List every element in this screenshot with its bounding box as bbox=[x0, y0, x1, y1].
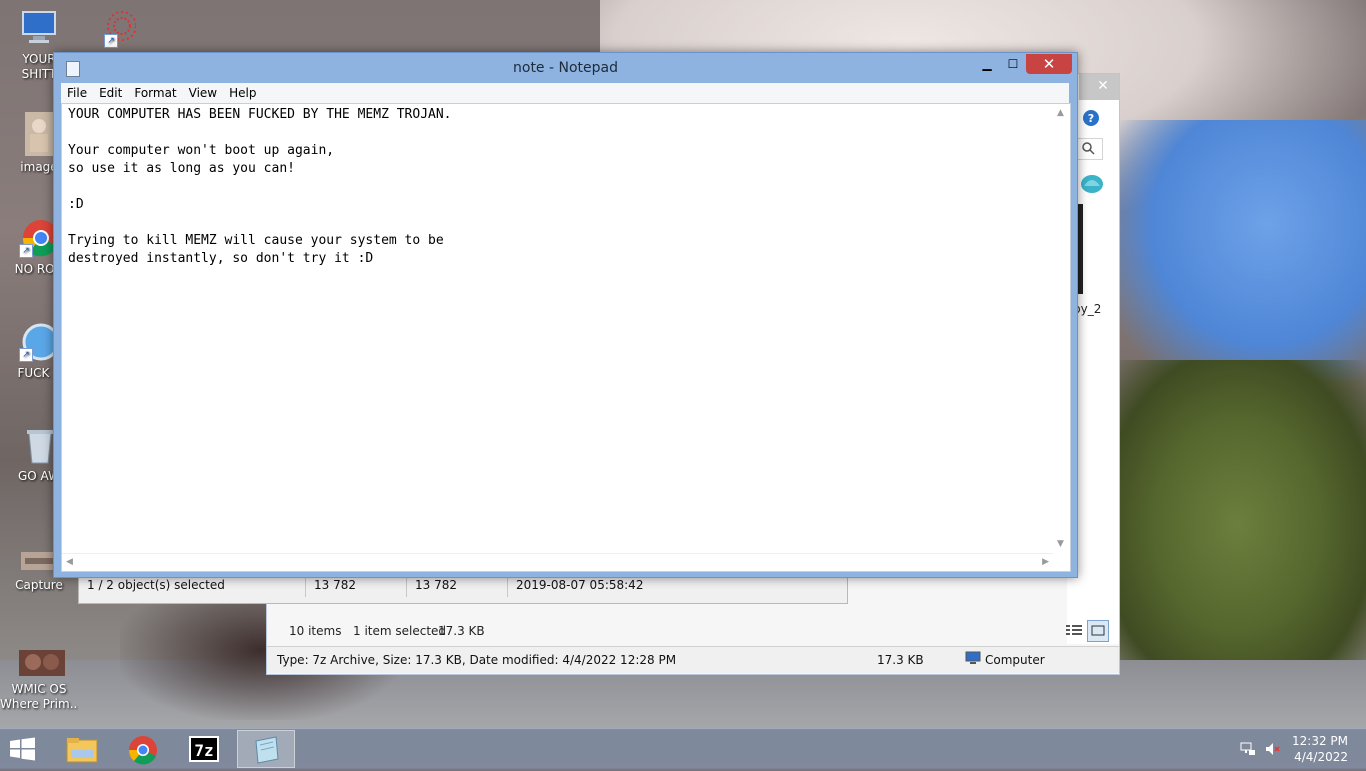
menu-file[interactable]: File bbox=[61, 86, 93, 100]
notepad-window[interactable]: note - Notepad ▁ ☐ ✕ File Edit Format Vi… bbox=[53, 52, 1078, 578]
text-editor[interactable]: YOUR COMPUTER HAS BEEN FUCKED BY THE MEM… bbox=[61, 103, 1071, 572]
status-details: Type: 7z Archive, Size: 17.3 KB, Date mo… bbox=[277, 653, 677, 667]
wallpaper-hedge bbox=[1110, 360, 1366, 690]
sevenzip-status-size: 13 782 bbox=[306, 575, 407, 597]
windows-start-button[interactable] bbox=[8, 737, 38, 761]
desktop-icon-label: Capture bbox=[15, 578, 63, 592]
notepad-icon bbox=[255, 736, 279, 764]
wallpaper-sky bbox=[1118, 120, 1366, 380]
window-title: note - Notepad bbox=[513, 60, 618, 76]
scroll-down-icon[interactable]: ▼ bbox=[1057, 539, 1064, 549]
network-icon[interactable] bbox=[1240, 741, 1256, 757]
image-thumbnail-icon bbox=[19, 648, 65, 678]
taskbar-chrome[interactable] bbox=[114, 730, 172, 768]
close-button[interactable]: ✕ bbox=[1026, 54, 1072, 74]
sevenzip-status-bar: 1 / 2 object(s) selected 13 782 13 782 2… bbox=[79, 575, 847, 597]
status-size: 17.3 KB bbox=[877, 653, 924, 667]
help-icon[interactable]: ? bbox=[1081, 108, 1103, 126]
menu-bar: File Edit Format View Help bbox=[61, 83, 1069, 103]
sevenzip-status-packed: 13 782 bbox=[407, 575, 508, 597]
scroll-right-icon[interactable]: ▶ bbox=[1042, 557, 1049, 567]
desktop-icon-label: WMIC OS bbox=[11, 682, 67, 696]
menu-help[interactable]: Help bbox=[223, 86, 262, 100]
scroll-left-icon[interactable]: ◀ bbox=[66, 557, 73, 567]
desktop-icon-label: Where Prim... bbox=[0, 697, 78, 711]
taskbar-file-explorer[interactable] bbox=[52, 730, 110, 768]
large-icons-view-icon[interactable] bbox=[1087, 620, 1109, 642]
menu-format[interactable]: Format bbox=[128, 86, 182, 100]
selected-size: 17.3 KB bbox=[438, 624, 485, 638]
search-icon[interactable] bbox=[1077, 138, 1103, 160]
chrome-icon bbox=[128, 736, 157, 765]
folder-icon bbox=[66, 738, 98, 763]
sevenzip-status-date: 2019-08-07 05:58:42 bbox=[516, 578, 644, 592]
burst-icon: ↗ bbox=[96, 8, 137, 48]
taskbar: 7z 12:32 PM 4/4/2022 bbox=[0, 728, 1366, 769]
desktop-icon-red-burst[interactable]: ↗ bbox=[86, 8, 146, 52]
shortcut-arrow-icon: ↗ bbox=[104, 34, 118, 48]
taskbar-notepad[interactable] bbox=[237, 730, 295, 768]
desktop-icon-wmic[interactable]: WMIC OS Where Prim... bbox=[0, 648, 78, 712]
menu-view[interactable]: View bbox=[183, 86, 223, 100]
explorer-titlebar[interactable]: ✕ bbox=[1079, 74, 1119, 100]
computer-icon bbox=[965, 651, 981, 665]
shortcut-arrow-icon: ↗ bbox=[19, 348, 33, 362]
clock-time: 12:32 PM bbox=[1292, 734, 1348, 748]
vertical-scrollbar[interactable]: ▲ ▼ bbox=[1053, 104, 1070, 553]
explorer-close-icon[interactable]: ✕ bbox=[1083, 76, 1123, 96]
explorer-item-info: 10 items 1 item selected 17.3 KB bbox=[267, 620, 1119, 644]
items-count: 10 items bbox=[289, 624, 342, 638]
clock-date: 4/4/2022 bbox=[1294, 750, 1348, 764]
note-content[interactable]: YOUR COMPUTER HAS BEEN FUCKED BY THE MEM… bbox=[68, 106, 1048, 546]
scroll-up-icon[interactable]: ▲ bbox=[1057, 108, 1064, 118]
details-view-icon[interactable] bbox=[1065, 622, 1083, 640]
volume-muted-icon[interactable] bbox=[1264, 741, 1280, 757]
system-clock[interactable]: 12:32 PM 4/4/2022 bbox=[1284, 733, 1348, 765]
explorer-status-bar: Type: 7z Archive, Size: 17.3 KB, Date mo… bbox=[267, 646, 1119, 673]
menu-edit[interactable]: Edit bbox=[93, 86, 128, 100]
seven-zip-icon: 7z bbox=[189, 736, 219, 762]
shortcut-arrow-icon: ↗ bbox=[19, 244, 33, 258]
maximize-button[interactable]: ☐ bbox=[1004, 54, 1022, 74]
notepad-titlebar[interactable]: note - Notepad ▁ ☐ ✕ bbox=[54, 53, 1077, 83]
sevenzip-status-selection: 1 / 2 object(s) selected bbox=[79, 575, 306, 597]
shell-icon bbox=[1079, 170, 1105, 196]
taskbar-7zip[interactable]: 7z bbox=[175, 730, 233, 768]
computer-icon bbox=[19, 8, 59, 48]
minimize-button[interactable]: ▁ bbox=[978, 54, 996, 74]
status-location: Computer bbox=[985, 653, 1045, 667]
horizontal-scrollbar[interactable]: ◀ ▶ bbox=[62, 553, 1053, 571]
svg-text:?: ? bbox=[1088, 112, 1094, 125]
selected-count: 1 item selected bbox=[353, 624, 447, 638]
